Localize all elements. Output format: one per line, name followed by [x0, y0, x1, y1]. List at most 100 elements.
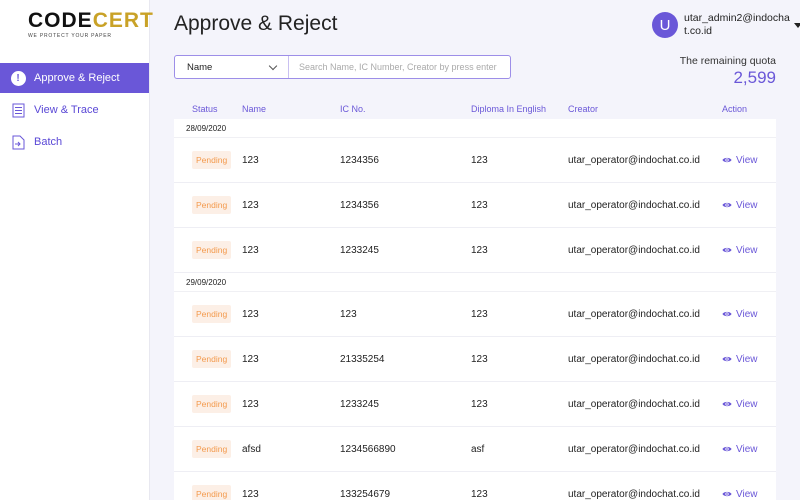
view-label: View [736, 398, 758, 410]
column-header-ic: IC No. [340, 104, 366, 114]
logo-cert: CERT [92, 9, 154, 32]
sidebar-item-batch[interactable]: Batch [0, 127, 149, 157]
table-row[interactable]: Pending 123 1233245 123 utar_operator@in… [174, 382, 776, 427]
eye-icon [722, 157, 732, 163]
logo-tagline: WE PROTECT YOUR PAPER [28, 33, 112, 39]
action-cell: View [722, 292, 758, 336]
action-cell: View [722, 427, 758, 471]
table-header: Status Name IC No. Diploma In English Cr… [174, 104, 776, 118]
view-label: View [736, 199, 758, 211]
view-label: View [736, 353, 758, 365]
quota-label: The remaining quota [679, 55, 776, 67]
table-row[interactable]: Pending 123 123 123 utar_operator@indoch… [174, 292, 776, 337]
action-cell: View [722, 228, 758, 272]
diploma-cell: 123 [471, 353, 488, 365]
action-cell: View [722, 337, 758, 381]
ic-cell: 1233245 [340, 244, 379, 256]
codecert-logo[interactable]: CODECERT WE PROTECT YOUR PAPER [28, 10, 153, 42]
page-title: Approve & Reject [174, 12, 338, 35]
status-cell: Pending [192, 382, 232, 426]
status-badge: Pending [192, 241, 232, 259]
view-button[interactable]: View [722, 155, 758, 166]
creator-cell: utar_operator@indochat.co.id [568, 353, 700, 365]
sidebar: CODECERT WE PROTECT YOUR PAPER ! Approve… [0, 0, 153, 500]
sidebar-item-label: View & Trace [34, 104, 99, 116]
table-row[interactable]: Pending afsd 1234566890 asf utar_operato… [174, 427, 776, 472]
status-badge: Pending [192, 350, 232, 368]
logo-wordmark: CODECERT [28, 10, 153, 32]
ic-cell: 1234566890 [340, 443, 396, 455]
ic-cell: 21335254 [340, 353, 385, 365]
search-input[interactable] [289, 56, 510, 78]
table-row[interactable]: Pending 123 21335254 123 utar_operator@i… [174, 337, 776, 382]
status-badge: Pending [192, 440, 232, 458]
eye-icon [722, 491, 732, 497]
status-badge: Pending [192, 151, 232, 169]
caret-down-icon[interactable] [794, 22, 800, 28]
creator-cell: utar_operator@indochat.co.id [568, 443, 700, 455]
view-label: View [736, 488, 758, 500]
diploma-cell: asf [471, 443, 485, 455]
view-button[interactable]: View [722, 354, 758, 365]
table-body: 28/09/2020 Pending 123 1234356 123 utar_… [174, 119, 776, 500]
search-field-value: Name [187, 61, 213, 73]
ic-cell: 1233245 [340, 398, 379, 410]
action-cell: View [722, 382, 758, 426]
sidebar-item-label: Approve & Reject [34, 72, 120, 84]
group-date: 29/09/2020 [186, 277, 227, 287]
sidebar-item-label: Batch [34, 136, 63, 148]
group-date: 28/09/2020 [186, 123, 227, 133]
name-cell: 123 [242, 244, 259, 256]
name-cell: 123 [242, 308, 259, 320]
status-cell: Pending [192, 472, 232, 500]
quota-value: 2,599 [733, 68, 776, 87]
creator-cell: utar_operator@indochat.co.id [568, 308, 700, 320]
sidebar-item-approve-reject[interactable]: ! Approve & Reject [0, 63, 149, 93]
view-button[interactable]: View [722, 444, 758, 455]
view-label: View [736, 443, 758, 455]
column-header-diploma: Diploma In English [471, 104, 547, 114]
table-row[interactable]: Pending 123 1234356 123 utar_operator@in… [174, 183, 776, 228]
creator-cell: utar_operator@indochat.co.id [568, 244, 700, 256]
status-cell: Pending [192, 138, 232, 182]
sidebar-item-view-trace[interactable]: View & Trace [0, 95, 149, 125]
table-row[interactable]: Pending 123 1234356 123 utar_operator@in… [174, 138, 776, 183]
name-cell: 123 [242, 398, 259, 410]
status-badge: Pending [192, 485, 232, 500]
ic-cell: 133254679 [340, 488, 391, 500]
eye-icon [722, 311, 732, 317]
creator-cell: utar_operator@indochat.co.id [568, 154, 700, 166]
name-cell: 123 [242, 199, 259, 211]
status-cell: Pending [192, 427, 232, 471]
name-cell: 123 [242, 488, 259, 500]
table-row[interactable]: Pending 123 133254679 123 utar_operator@… [174, 472, 776, 500]
chevron-down-icon [268, 61, 278, 70]
view-button[interactable]: View [722, 200, 758, 211]
user-menu[interactable]: U utar_admin2@indochat.co.id [652, 12, 800, 38]
status-cell: Pending [192, 292, 232, 336]
name-cell: 123 [242, 353, 259, 365]
user-email: utar_admin2@indochat.co.id [684, 12, 790, 37]
table-row[interactable]: Pending 123 1233245 123 utar_operator@in… [174, 228, 776, 273]
view-button[interactable]: View [722, 245, 758, 256]
document-icon [10, 102, 26, 118]
diploma-cell: 123 [471, 244, 488, 256]
status-cell: Pending [192, 228, 232, 272]
diploma-cell: 123 [471, 488, 488, 500]
view-button[interactable]: View [722, 489, 758, 500]
alert-icon: ! [10, 70, 26, 86]
status-cell: Pending [192, 183, 232, 227]
view-button[interactable]: View [722, 309, 758, 320]
date-group-header: 28/09/2020 [174, 119, 776, 138]
eye-icon [722, 446, 732, 452]
sidebar-nav: ! Approve & Reject View & Trace Batch [0, 63, 149, 159]
action-cell: View [722, 472, 758, 500]
creator-cell: utar_operator@indochat.co.id [568, 398, 700, 410]
view-button[interactable]: View [722, 399, 758, 410]
column-header-creator: Creator [568, 104, 599, 114]
search-field-select[interactable]: Name [175, 56, 289, 78]
eye-icon [722, 401, 732, 407]
avatar: U [652, 12, 678, 38]
status-badge: Pending [192, 395, 232, 413]
action-cell: View [722, 183, 758, 227]
